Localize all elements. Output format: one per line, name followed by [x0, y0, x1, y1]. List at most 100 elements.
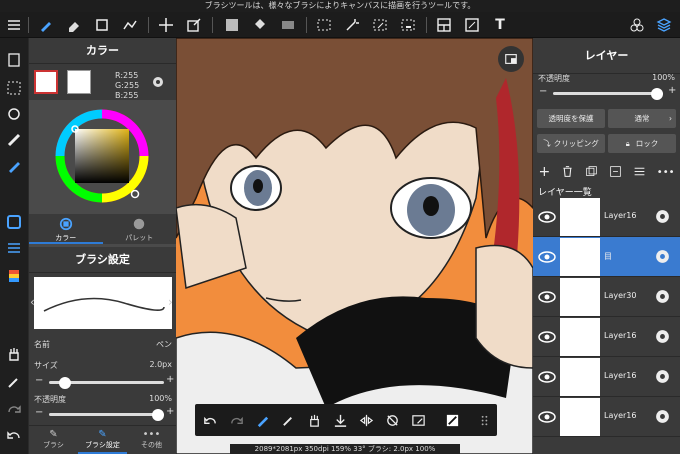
sub-color-swatch[interactable] [67, 70, 91, 94]
hand-icon[interactable] [4, 344, 24, 364]
layer-row[interactable]: Layer16 [533, 397, 680, 437]
gear-icon[interactable] [654, 408, 671, 425]
ruler-tool-icon[interactable] [120, 15, 140, 35]
more-options-icon[interactable]: ••• [657, 167, 675, 178]
color-wheel[interactable] [29, 100, 176, 214]
gear-icon[interactable] [654, 288, 671, 305]
materials-icon[interactable] [627, 15, 647, 35]
redo-button-icon[interactable] [227, 411, 245, 429]
flip-horizontal-icon[interactable] [357, 411, 375, 429]
more-grid-icon[interactable] [475, 411, 493, 429]
pen-icon[interactable] [4, 156, 24, 176]
color-swatch-quick-icon[interactable] [443, 411, 461, 429]
merge-layer-icon[interactable] [609, 163, 622, 182]
magic-wand-icon[interactable] [342, 15, 362, 35]
gear-icon[interactable] [654, 208, 671, 225]
undo-button-icon[interactable] [201, 411, 219, 429]
fill-color-icon[interactable] [222, 15, 242, 35]
rectangle-tool-icon[interactable] [92, 15, 112, 35]
tab-palette[interactable]: パレット [103, 214, 177, 244]
color-panel-icon[interactable] [4, 212, 24, 232]
layer-row[interactable]: 目 [533, 237, 680, 277]
layer-opacity-slider[interactable] [553, 88, 663, 100]
canvas[interactable] [176, 38, 533, 454]
eye-icon[interactable] [538, 369, 556, 383]
layer-row[interactable]: Layer16 [533, 317, 680, 357]
eye-icon[interactable] [538, 409, 556, 423]
lock-label: ロック [635, 139, 659, 148]
brush-quick-icon[interactable] [253, 411, 271, 429]
bucket-tool-icon[interactable] [250, 15, 270, 35]
duplicate-layer-icon[interactable] [585, 163, 598, 182]
color-settings-gear-icon[interactable] [150, 74, 166, 90]
brush-tool-icon[interactable] [36, 15, 56, 35]
palette-icon[interactable] [4, 266, 24, 286]
gear-icon[interactable] [654, 248, 671, 265]
text-tool-icon[interactable]: T [490, 15, 510, 35]
clear-layer-icon[interactable] [409, 411, 427, 429]
name-label: 名前 [34, 340, 50, 349]
brush-opacity-slider[interactable] [49, 409, 164, 421]
save-download-icon[interactable] [331, 411, 349, 429]
select-eraser-icon[interactable] [398, 15, 418, 35]
blend-mode-button[interactable]: 通常 › [608, 109, 676, 128]
brush-name-row[interactable]: 名前 ペン [34, 339, 172, 350]
redo-icon[interactable] [4, 400, 24, 420]
eyedropper-icon[interactable] [4, 372, 24, 392]
lock-button[interactable]: 🔒︎ ロック [608, 134, 676, 153]
gear-icon[interactable] [654, 368, 671, 385]
tab-color[interactable]: カラー [29, 214, 103, 244]
canvas-icon[interactable] [4, 50, 24, 70]
add-layer-icon[interactable]: + [538, 164, 550, 180]
brush-bottom-tabs: ✎ ブラシ ✎ ブラシ設定 ••• その他 [29, 425, 176, 454]
layer-opacity-knob[interactable] [651, 88, 663, 100]
tab-brush[interactable]: ✎ ブラシ [29, 426, 78, 454]
reference-tool-icon[interactable] [462, 15, 482, 35]
tab-other-label: その他 [141, 441, 162, 449]
fullscreen-toggle-icon[interactable] [498, 46, 524, 72]
eye-icon[interactable] [538, 209, 556, 223]
tab-other[interactable]: ••• その他 [127, 426, 176, 454]
clipping-button[interactable]: ⤵ クリッピング [537, 134, 605, 153]
eye-icon[interactable] [538, 249, 556, 263]
eraser-tool-icon[interactable] [64, 15, 84, 35]
opacity-plus-icon[interactable]: + [166, 406, 174, 417]
size-minus-icon[interactable]: − [35, 375, 43, 386]
eyedropper-quick-icon[interactable] [279, 411, 297, 429]
layer-opacity-plus-icon[interactable]: + [668, 85, 676, 96]
move-tool-icon[interactable] [156, 15, 176, 35]
brush-panel-icon[interactable] [4, 238, 24, 258]
rotate-icon[interactable] [4, 104, 24, 124]
brush-prev-icon[interactable]: ‹ [30, 295, 35, 309]
size-slider-knob[interactable] [59, 377, 72, 389]
protect-alpha-button[interactable]: 透明度を保護 [537, 109, 605, 128]
undo-icon[interactable] [4, 426, 24, 446]
layer-row[interactable]: Layer16 [533, 357, 680, 397]
size-slider[interactable] [49, 377, 164, 389]
brush-opacity-knob[interactable] [152, 409, 164, 421]
layer-row[interactable]: Layer30 [533, 277, 680, 317]
size-plus-icon[interactable]: + [166, 374, 174, 385]
transform-tool-icon[interactable] [184, 15, 204, 35]
eye-icon[interactable] [538, 289, 556, 303]
delete-layer-icon[interactable] [561, 163, 574, 182]
layer-row[interactable]: Layer16 [533, 197, 680, 237]
select-pen-icon[interactable] [370, 15, 390, 35]
rotate-reset-icon[interactable] [383, 411, 401, 429]
layers-toggle-icon[interactable] [654, 15, 674, 35]
tab-brush-settings[interactable]: ✎ ブラシ設定 [78, 426, 127, 454]
menu-icon[interactable] [4, 15, 24, 35]
layer-opacity-minus-icon[interactable]: − [539, 86, 547, 97]
opacity-minus-icon[interactable]: − [35, 407, 43, 418]
eye-icon[interactable] [538, 329, 556, 343]
select-tool-icon[interactable] [314, 15, 334, 35]
selection-icon[interactable] [4, 78, 24, 98]
brush-next-icon[interactable]: › [168, 295, 173, 309]
hand-quick-icon[interactable] [305, 411, 323, 429]
gear-icon[interactable] [654, 328, 671, 345]
frame-divider-icon[interactable] [434, 15, 454, 35]
ruler-icon[interactable] [4, 130, 24, 150]
gradient-tool-icon[interactable] [278, 15, 298, 35]
main-color-swatch[interactable] [34, 70, 58, 94]
layer-list-icon[interactable] [633, 163, 646, 182]
